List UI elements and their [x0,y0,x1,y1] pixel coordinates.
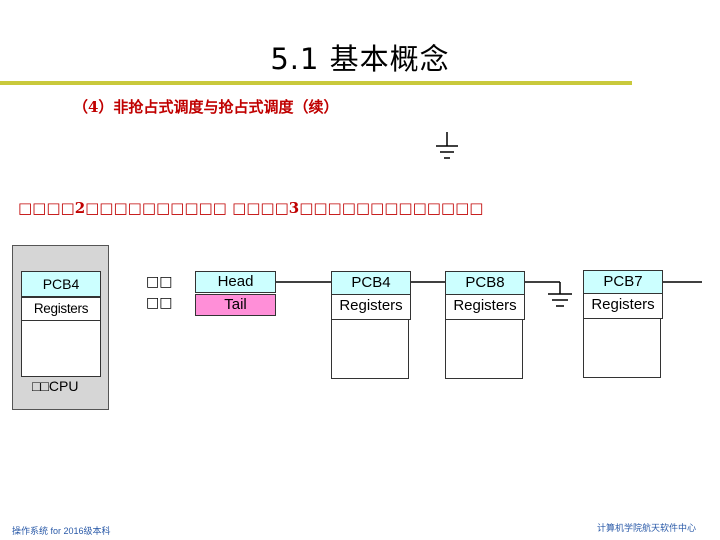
footer-course: 操作系统 for 2016级本科 [12,526,111,536]
footer-department: 计算机学院航天软件中心 [596,523,696,533]
queue-node-pcb7: PCB7 Registers [583,270,663,378]
queue-node-pcb8: PCB8 Registers [445,271,525,379]
queue-node-registers-label: Registers [583,293,663,319]
queue-node-registers-label: Registers [331,294,411,320]
queue-node-pcb4: PCB4 Registers [331,271,411,379]
queue-node-registers-label: Registers [445,294,525,320]
